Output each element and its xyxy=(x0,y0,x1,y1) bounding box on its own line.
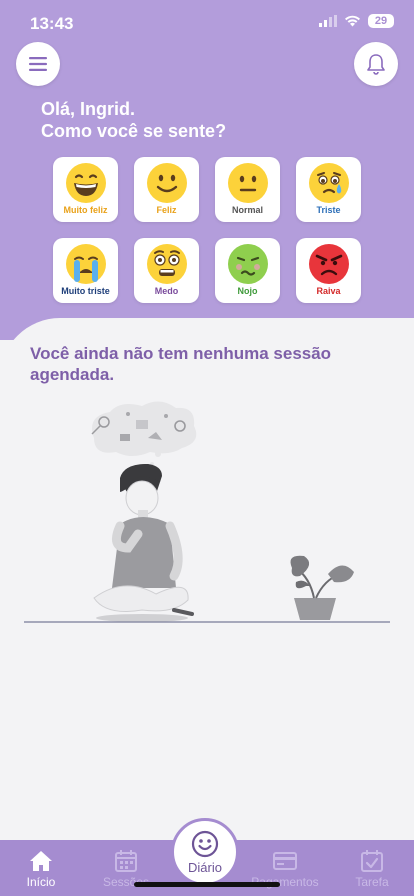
tab-label: Diário xyxy=(188,859,222,875)
tab-label: Tarefa xyxy=(355,875,389,889)
mood-label: Raiva xyxy=(316,286,341,296)
mood-angry[interactable]: Raiva xyxy=(296,238,361,303)
thinking-person-illustration xyxy=(24,401,390,623)
mood-label: Muito feliz xyxy=(63,205,108,215)
smiley-icon xyxy=(191,830,219,857)
status-icons: 29 xyxy=(319,14,394,28)
mood-scared[interactable]: Medo xyxy=(134,238,199,303)
mood-disgust[interactable]: Nojo xyxy=(215,238,280,303)
mood-label: Normal xyxy=(231,205,263,215)
mood-happy[interactable]: Feliz xyxy=(134,157,199,222)
task-checklist-icon xyxy=(361,850,383,872)
greeting-question: Como você se sente? xyxy=(41,121,227,141)
mood-very-happy[interactable]: Muito feliz xyxy=(53,157,118,222)
credit-card-icon xyxy=(273,852,297,870)
sad-crying-face-icon xyxy=(308,163,349,203)
mood-sad[interactable]: Triste xyxy=(296,157,361,222)
wifi-icon xyxy=(345,15,360,27)
hamburger-menu-icon xyxy=(29,57,47,71)
notifications-button[interactable] xyxy=(354,42,398,86)
tab-tarefa[interactable]: Tarefa xyxy=(332,848,412,889)
mood-label: Nojo xyxy=(237,286,258,296)
menu-button[interactable] xyxy=(16,42,60,86)
home-icon xyxy=(30,851,52,871)
mood-label: Medo xyxy=(154,286,179,296)
mood-selector: Muito feliz Feliz Normal Triste Muito tr… xyxy=(53,157,361,303)
scared-face-icon xyxy=(146,244,187,284)
tab-label: Início xyxy=(26,875,56,889)
greeting: Olá, Ingrid. Como você se sente? xyxy=(41,98,226,142)
mood-label: Feliz xyxy=(156,205,177,215)
calendar-icon xyxy=(115,850,137,872)
angry-face-icon xyxy=(308,244,349,284)
bell-icon xyxy=(367,54,385,75)
signal-icon xyxy=(319,15,337,27)
home-indicator xyxy=(134,882,280,887)
battery-indicator: 29 xyxy=(368,14,394,28)
status-time: 13:43 xyxy=(30,14,74,33)
no-session-message: Você ainda não tem nenhuma sessão agenda… xyxy=(30,344,332,384)
happy-face-icon xyxy=(146,163,187,203)
mood-very-sad[interactable]: Muito triste xyxy=(53,238,118,303)
plant-pot xyxy=(290,555,354,620)
greeting-name: Olá, Ingrid. xyxy=(41,99,136,119)
very-happy-face-icon xyxy=(65,163,106,203)
person-figure xyxy=(93,464,194,622)
tab-inicio[interactable]: Início xyxy=(1,848,81,889)
mood-neutral[interactable]: Normal xyxy=(215,157,280,222)
mood-label: Muito triste xyxy=(61,286,110,296)
thought-cloud xyxy=(91,401,197,466)
tab-diario[interactable]: Diário xyxy=(171,818,239,886)
status-bar: 13:43 29 xyxy=(0,0,414,44)
nauseated-face-icon xyxy=(227,244,268,284)
loudly-crying-face-icon xyxy=(65,244,106,284)
header-curve xyxy=(0,318,414,340)
mood-label: Triste xyxy=(316,205,341,215)
neutral-face-icon xyxy=(227,163,268,203)
